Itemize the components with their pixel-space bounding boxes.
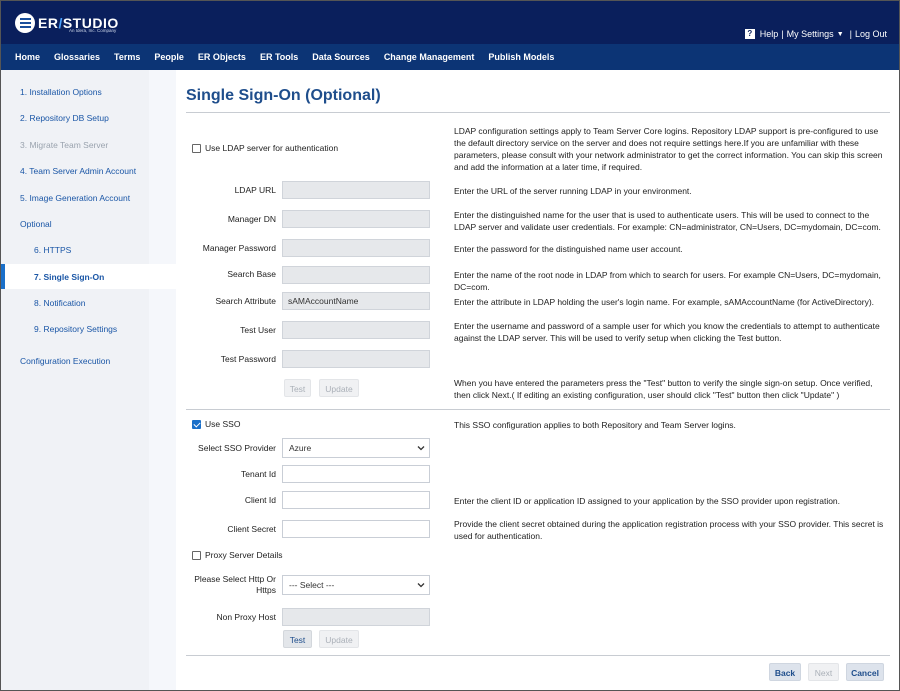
user-links: ? Help | My Settings ▼ | Log Out (744, 29, 887, 39)
sidebar-item-installation-options[interactable]: 1. Installation Options (20, 87, 102, 97)
sidebar-item-single-sign-on[interactable]: 7. Single Sign-On (34, 272, 104, 282)
sidebar-item-team-server-admin-account[interactable]: 4. Team Server Admin Account (20, 166, 136, 176)
search-attribute-input[interactable]: sAMAccountName (282, 292, 430, 310)
cancel-button[interactable]: Cancel (846, 663, 884, 681)
nav-terms[interactable]: Terms (114, 52, 140, 62)
manager-password-label: Manager Password (202, 243, 276, 253)
search-attribute-label: Search Attribute (215, 296, 276, 306)
client-id-desc: Enter the client ID or application ID as… (454, 496, 841, 506)
chevron-down-icon[interactable]: ▼ (837, 31, 844, 38)
logout-link[interactable]: Log Out (855, 29, 887, 39)
er-studio-logo-icon (15, 13, 35, 33)
client-id-input[interactable] (282, 491, 430, 509)
nav-publish-models[interactable]: Publish Models (488, 52, 554, 62)
sso-test-button[interactable]: Test (283, 630, 312, 648)
section-divider (186, 409, 890, 410)
search-attribute-desc: Enter the attribute in LDAP holding the … (454, 297, 875, 307)
checkbox-checked-icon (192, 419, 201, 429)
client-secret-input[interactable] (282, 520, 430, 538)
sidebar-item-repository-db-setup[interactable]: 2. Repository DB Setup (20, 113, 109, 123)
sidebar-item-repository-settings[interactable]: 9. Repository Settings (34, 324, 117, 334)
sidebar-item-configuration-execution[interactable]: Configuration Execution (20, 356, 110, 366)
manager-password-input[interactable] (282, 239, 430, 257)
app-window: ER/STUDIO An Idera, Inc. Company ? Help … (0, 0, 900, 691)
tenant-id-label: Tenant Id (241, 469, 276, 479)
test-user-label: Test User (240, 325, 276, 335)
manager-dn-input[interactable] (282, 210, 430, 228)
ldap-update-button[interactable]: Update (319, 379, 359, 397)
http-https-value: --- Select --- (289, 580, 335, 590)
next-button[interactable]: Next (808, 663, 839, 681)
checkbox-unchecked-icon (192, 550, 201, 560)
manager-password-desc: Enter the password for the distinguished… (454, 244, 683, 254)
nav-data-sources[interactable]: Data Sources (312, 52, 370, 62)
manager-dn-label: Manager DN (227, 214, 276, 224)
http-https-label: Please Select Http Or Https (194, 574, 276, 595)
proxy-server-checkbox[interactable]: Proxy Server Details (192, 550, 282, 560)
help-icon[interactable]: ? (744, 29, 755, 39)
my-settings-link[interactable]: My Settings (787, 29, 834, 39)
sidebar-group-optional: Optional (20, 219, 52, 229)
client-secret-label: Client Secret (227, 524, 276, 534)
ldap-url-desc: Enter the URL of the server running LDAP… (454, 186, 692, 196)
nav-er-objects[interactable]: ER Objects (198, 52, 246, 62)
use-sso-label: Use SSO (205, 419, 241, 429)
sidebar-item-notification[interactable]: 8. Notification (34, 298, 86, 308)
logo-subtitle: An Idera, Inc. Company (69, 28, 117, 33)
sso-intro-text: This SSO configuration applies to both R… (454, 420, 736, 430)
nav-change-management[interactable]: Change Management (384, 52, 475, 62)
nav-people[interactable]: People (154, 52, 184, 62)
sidebar-item-image-generation-account[interactable]: 5. Image Generation Account (20, 193, 130, 203)
non-proxy-host-label: Non Proxy Host (216, 612, 276, 622)
title-divider (186, 112, 890, 113)
test-user-input[interactable] (282, 321, 430, 339)
ldap-test-button[interactable]: Test (284, 379, 311, 397)
sso-update-button[interactable]: Update (319, 630, 359, 648)
search-base-label: Search Base (227, 269, 276, 279)
manager-dn-desc: Enter the distinguished name for the use… (454, 210, 881, 232)
help-link[interactable]: Help (760, 29, 779, 39)
main-nav: Home Glossaries Terms People ER Objects … (1, 44, 899, 70)
test-user-desc: Enter the username and password of a sam… (454, 321, 880, 343)
sidebar-item-https[interactable]: 6. HTTPS (34, 245, 71, 255)
ldap-intro-text: LDAP configuration settings apply to Tea… (454, 126, 883, 172)
nav-home[interactable]: Home (15, 52, 40, 62)
chevron-down-icon (417, 446, 425, 451)
tenant-id-input[interactable] (282, 465, 430, 483)
sidebar-item-migrate-team-server: 3. Migrate Team Server (20, 140, 109, 150)
sso-provider-select[interactable]: Azure (282, 438, 430, 458)
checkbox-unchecked-icon (192, 143, 201, 153)
nav-er-tools[interactable]: ER Tools (260, 52, 298, 62)
non-proxy-host-input[interactable] (282, 608, 430, 626)
footer-divider (186, 655, 890, 656)
ldap-url-label: LDAP URL (234, 185, 276, 195)
sso-provider-label: Select SSO Provider (198, 443, 276, 453)
test-password-label: Test Password (220, 354, 276, 364)
nav-glossaries[interactable]: Glossaries (54, 52, 100, 62)
http-https-select[interactable]: --- Select --- (282, 575, 430, 595)
app-header: ER/STUDIO An Idera, Inc. Company ? Help … (1, 1, 899, 44)
use-sso-checkbox[interactable]: Use SSO (192, 419, 240, 429)
ldap-verify-desc: When you have entered the parameters pre… (454, 378, 873, 400)
client-secret-desc: Provide the client secret obtained durin… (454, 519, 884, 541)
search-base-desc: Enter the name of the root node in LDAP … (454, 270, 881, 292)
sso-provider-value: Azure (289, 443, 312, 453)
proxy-server-label: Proxy Server Details (205, 550, 283, 560)
use-ldap-label: Use LDAP server for authentication (205, 143, 339, 153)
search-base-input[interactable] (282, 266, 430, 284)
use-ldap-checkbox[interactable]: Use LDAP server for authentication (192, 143, 338, 153)
test-password-input[interactable] (282, 350, 430, 368)
chevron-down-icon (417, 583, 425, 588)
page-title: Single Sign-On (Optional) (186, 87, 381, 104)
back-button[interactable]: Back (769, 663, 801, 681)
client-id-label: Client Id (244, 495, 276, 505)
ldap-url-input[interactable] (282, 181, 430, 199)
sidebar-divider (149, 70, 176, 690)
